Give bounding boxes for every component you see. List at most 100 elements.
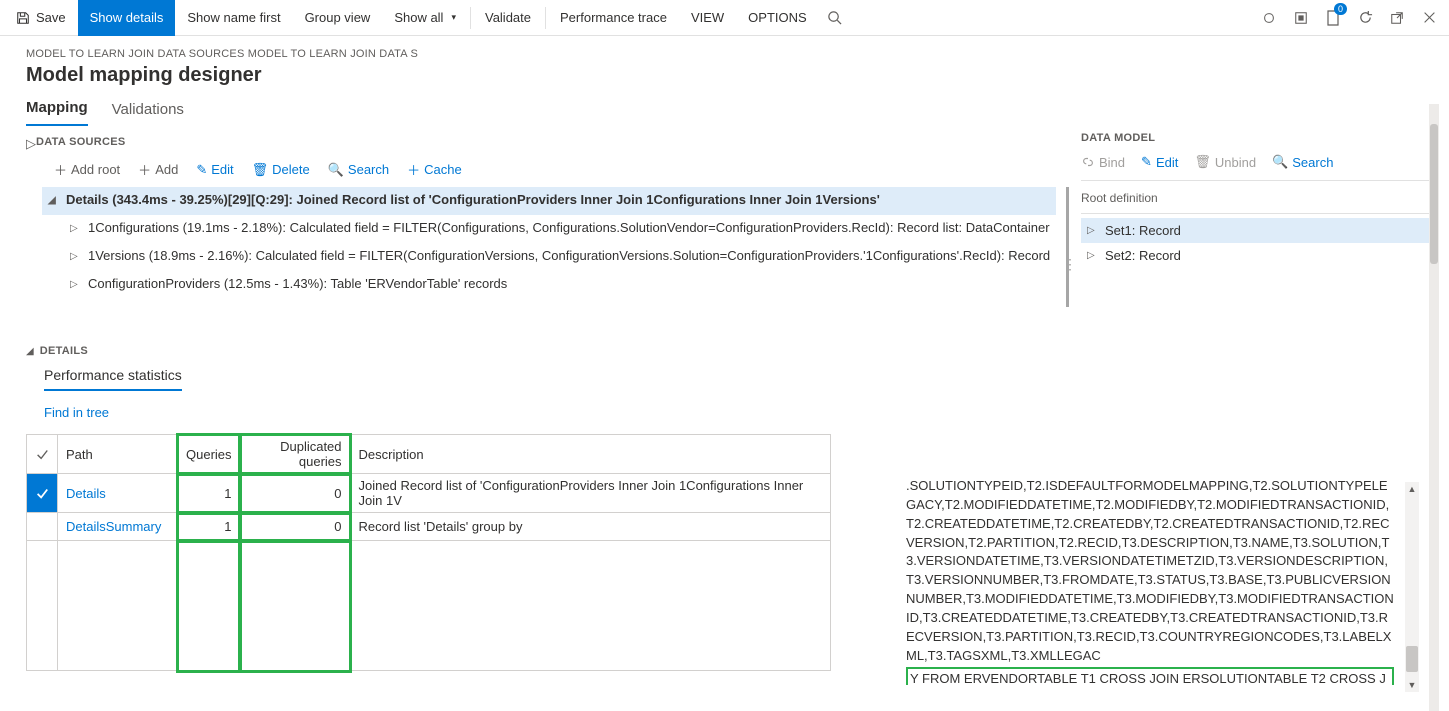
refresh-button[interactable] — [1349, 0, 1381, 36]
cache-button[interactable]: ＋Cache — [401, 158, 468, 181]
sql-text-highlighted: Y FROM ERVENDORTABLE T1 CROSS JOIN ERSOL… — [910, 671, 1388, 686]
find-in-tree-link[interactable]: Find in tree — [26, 391, 109, 430]
page-scrollbar[interactable] — [1429, 104, 1439, 711]
scrollbar-thumb[interactable] — [1406, 646, 1418, 672]
attach-button[interactable] — [1253, 0, 1285, 36]
popout-button[interactable] — [1381, 0, 1413, 36]
root-definition-label: Root definition — [1081, 181, 1431, 213]
pencil-icon: ✎ — [196, 162, 207, 178]
show-details-button[interactable]: Show details — [78, 0, 176, 36]
data-sources-toolbar: ＋Add root ＋Add ✎Edit 🗑Delete 🔍Search ＋Ca… — [36, 154, 1069, 187]
office-icon — [1294, 11, 1308, 25]
expand-icon[interactable]: ▷ — [70, 276, 82, 294]
col-queries[interactable]: Queries — [178, 435, 241, 474]
breadcrumb: MODEL TO LEARN JOIN DATA SOURCES MODEL T… — [26, 48, 1423, 60]
collapse-icon[interactable]: ◢ — [48, 192, 60, 210]
chevron-right-icon: ▷ — [26, 136, 36, 307]
view-menu[interactable]: VIEW — [679, 0, 736, 36]
scrollbar-thumb[interactable] — [1430, 124, 1438, 264]
sql-preview-pane[interactable]: .SOLUTIONTYPEID,T2.ISDEFAULTFORMODELMAPP… — [901, 476, 1401, 686]
sql-text: .SOLUTIONTYPEID,T2.ISDEFAULTFORMODELMAPP… — [906, 478, 1394, 663]
bind-button[interactable]: Bind — [1081, 154, 1125, 170]
collapse-data-sources[interactable]: ▷ — [26, 132, 36, 307]
command-bar: Save Show details Show name first Group … — [0, 0, 1449, 36]
search-icon: 🔍 — [328, 162, 344, 178]
path-link[interactable]: Details — [66, 486, 106, 501]
col-description[interactable]: Description — [350, 435, 830, 474]
show-details-label: Show details — [90, 10, 164, 25]
close-icon — [1423, 11, 1436, 24]
scroll-down-icon[interactable]: ▼ — [1405, 678, 1419, 692]
select-all-checkbox[interactable] — [27, 435, 58, 474]
sql-scrollbar[interactable]: ▲ ▼ — [1405, 482, 1419, 692]
show-name-first-button[interactable]: Show name first — [175, 0, 292, 36]
delete-button[interactable]: 🗑Delete — [246, 160, 316, 180]
show-all-button[interactable]: Show all▾ — [382, 0, 468, 36]
plus-icon: ＋ — [407, 160, 420, 179]
col-duplicated-queries[interactable]: Duplicated queries — [240, 435, 350, 474]
scroll-up-icon[interactable]: ▲ — [1405, 482, 1419, 496]
office-button[interactable] — [1285, 0, 1317, 36]
row-selector[interactable] — [27, 474, 58, 513]
save-label: Save — [36, 10, 66, 25]
plus-icon: ＋ — [138, 160, 151, 179]
tree-node-1configurations[interactable]: ▷ 1Configurations (19.1ms - 2.18%): Calc… — [42, 215, 1056, 243]
grid-header-row: Path Queries Duplicated queries Descript… — [27, 435, 831, 474]
data-model-toolbar: Bind ✎ Edit 🗑 Unbind 🔍 Search — [1081, 154, 1431, 181]
trash-icon: 🗑 — [1194, 154, 1211, 170]
search-button[interactable]: 🔍 Search — [1272, 154, 1333, 170]
grid-row[interactable]: Details 1 0 Joined Record list of 'Confi… — [27, 474, 831, 513]
cell-description: Record list 'Details' group by — [350, 513, 830, 541]
tree-node-1versions[interactable]: ▷ 1Versions (18.9ms - 2.16%): Calculated… — [42, 243, 1056, 271]
cell-queries: 1 — [178, 513, 241, 541]
tab-performance-statistics[interactable]: Performance statistics — [44, 367, 182, 391]
refresh-icon — [1358, 10, 1373, 25]
performance-trace-button[interactable]: Performance trace — [548, 0, 679, 36]
edit-button[interactable]: ✎Edit — [190, 160, 239, 180]
data-sources-tree: ◢ Details (343.4ms - 39.25%)[29][Q:29]: … — [42, 187, 1069, 307]
save-button[interactable]: Save — [4, 0, 78, 36]
add-button[interactable]: ＋Add — [132, 158, 184, 181]
cell-path: DetailsSummary — [58, 513, 178, 541]
unbind-button[interactable]: 🗑 Unbind — [1194, 154, 1256, 170]
tree-node-label: Details (343.4ms - 39.25%)[29][Q:29]: Jo… — [66, 192, 1050, 207]
dm-node-set1[interactable]: ▷ Set1: Record — [1081, 218, 1431, 243]
tab-mapping[interactable]: Mapping — [26, 99, 88, 126]
page-tabs: Mapping Validations — [0, 93, 1449, 126]
attach-icon — [1262, 11, 1276, 25]
options-menu[interactable]: OPTIONS — [736, 0, 819, 36]
dm-node-set2[interactable]: ▷ Set2: Record — [1081, 243, 1431, 268]
tab-validations[interactable]: Validations — [112, 101, 184, 126]
tree-node-details[interactable]: ◢ Details (343.4ms - 39.25%)[29][Q:29]: … — [42, 187, 1056, 215]
cell-path: Details — [58, 474, 178, 513]
add-root-button[interactable]: ＋Add root — [48, 158, 126, 181]
row-selector[interactable] — [27, 513, 58, 541]
cell-queries: 1 — [178, 474, 241, 513]
expand-icon[interactable]: ▷ — [70, 220, 82, 238]
edit-button[interactable]: ✎ Edit — [1141, 154, 1178, 170]
search-button[interactable] — [819, 0, 851, 36]
data-model-tree: ▷ Set1: Record ▷ Set2: Record — [1081, 218, 1431, 268]
group-view-button[interactable]: Group view — [293, 0, 383, 36]
notifications-button[interactable]: 0 — [1317, 0, 1349, 36]
search-button[interactable]: 🔍Search — [322, 160, 395, 180]
path-link[interactable]: DetailsSummary — [66, 519, 161, 534]
splitter-grip[interactable]: ⋮ — [1063, 256, 1076, 273]
col-path[interactable]: Path — [58, 435, 178, 474]
trash-icon: 🗑 — [252, 162, 269, 178]
data-model-header: DATA MODEL — [1081, 132, 1431, 154]
expand-icon[interactable]: ▷ — [1087, 225, 1099, 236]
validate-button[interactable]: Validate — [473, 0, 543, 36]
sql-highlight: Y FROM ERVENDORTABLE T1 CROSS JOIN ERSOL… — [906, 667, 1394, 686]
expand-icon[interactable]: ▷ — [70, 248, 82, 266]
tree-node-label: ConfigurationProviders (12.5ms - 1.43%):… — [88, 276, 1050, 291]
close-button[interactable] — [1413, 0, 1445, 36]
search-icon — [827, 10, 842, 25]
grid-row[interactable]: DetailsSummary 1 0 Record list 'Details'… — [27, 513, 831, 541]
tree-node-label: 1Versions (18.9ms - 2.16%): Calculated f… — [88, 248, 1050, 263]
expand-icon[interactable]: ▷ — [1087, 250, 1099, 261]
search-icon: 🔍 — [1272, 154, 1288, 170]
page-title: Model mapping designer — [26, 64, 1423, 87]
tree-node-configurationproviders[interactable]: ▷ ConfigurationProviders (12.5ms - 1.43%… — [42, 271, 1056, 299]
collapse-details[interactable]: ◢ — [26, 346, 34, 357]
